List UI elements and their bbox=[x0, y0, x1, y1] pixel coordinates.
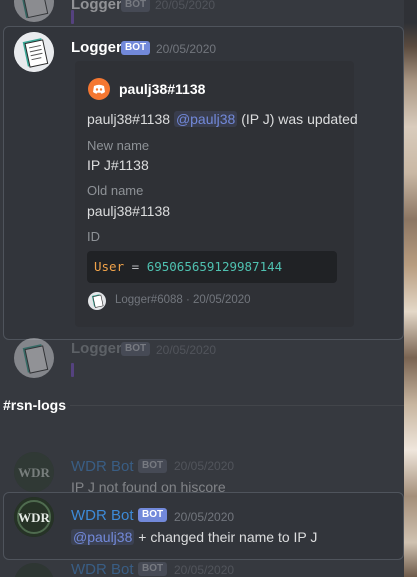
logger-avatar[interactable] bbox=[14, 0, 54, 22]
code-equals: = bbox=[131, 259, 140, 274]
timestamp: 20/05/2020 bbox=[174, 459, 235, 473]
username[interactable]: WDR Bot bbox=[71, 458, 134, 475]
code-value: 695065659129987144 bbox=[146, 259, 283, 274]
timestamp: 20/05/2020 bbox=[156, 343, 217, 357]
message-logger: Logger BOT 20/05/2020 paulj38#1138 paulj… bbox=[0, 26, 404, 340]
user-mention[interactable]: @paulj38 bbox=[173, 111, 238, 127]
logger-avatar[interactable] bbox=[14, 32, 54, 72]
wdr-logo-icon[interactable]: WDR bbox=[14, 563, 54, 577]
embed-description-prefix: paulj38#1138 bbox=[87, 111, 171, 127]
bot-badge: BOT bbox=[121, 41, 151, 55]
notebook-icon bbox=[88, 292, 106, 310]
field-name-id: ID bbox=[87, 229, 100, 244]
bot-badge: BOT bbox=[121, 0, 151, 12]
code-key: User bbox=[94, 259, 125, 274]
message-text: @paulj38 + changed their name to IP J bbox=[71, 529, 317, 545]
timestamp: 20/05/2020 bbox=[156, 42, 217, 56]
chat-viewport: Logger BOT 20/05/2020 Logger BOT 20/05/2… bbox=[0, 0, 417, 577]
user-mention[interactable]: @paulj38 bbox=[71, 529, 135, 545]
bot-badge: BOT bbox=[138, 562, 168, 576]
channel-divider bbox=[70, 405, 404, 406]
message-wdr-partial-bottom: WDR WDR Bot BOT 20/05/2020 bbox=[0, 560, 404, 577]
embed-footer: Logger#6088 · 20/05/2020 bbox=[115, 294, 251, 306]
background-image-strip bbox=[404, 0, 417, 577]
username[interactable]: Logger bbox=[71, 340, 122, 357]
embed: paulj38#1138 paulj38#1138 @paulj38 (IP J… bbox=[75, 61, 358, 327]
embed-description: paulj38#1138 @paulj38 (IP J) was updated bbox=[87, 111, 358, 127]
svg-text:WDR: WDR bbox=[18, 510, 50, 525]
username[interactable]: Logger bbox=[71, 39, 122, 56]
logger-avatar[interactable] bbox=[14, 338, 54, 378]
message-wdr: WDR WDR Bot BOT 20/05/2020 @paulj38 + ch… bbox=[0, 492, 404, 560]
bot-badge: BOT bbox=[138, 508, 168, 522]
bot-badge: BOT bbox=[121, 342, 151, 356]
notebook-icon bbox=[20, 0, 49, 19]
attachment-indicator bbox=[71, 10, 74, 24]
wdr-logo-icon[interactable]: WDR bbox=[14, 497, 54, 537]
username[interactable]: Logger bbox=[71, 0, 122, 13]
field-name-new: New name bbox=[87, 138, 150, 153]
field-value-new: IP J#1138 bbox=[87, 157, 149, 173]
notebook-icon bbox=[14, 32, 54, 72]
message-logger-faded: Logger BOT 20/05/2020 bbox=[0, 336, 404, 386]
timestamp: 20/05/2020 bbox=[174, 563, 235, 577]
message-body: + changed their name to IP J bbox=[138, 529, 318, 545]
username[interactable]: WDR Bot bbox=[71, 561, 134, 577]
embed-author[interactable]: paulj38#1138 bbox=[119, 81, 205, 97]
bot-badge: BOT bbox=[138, 459, 168, 473]
field-name-old: Old name bbox=[87, 183, 144, 198]
notebook-icon bbox=[22, 344, 49, 374]
timestamp: 20/05/2020 bbox=[174, 510, 235, 524]
wdr-logo-icon[interactable]: WDR bbox=[14, 452, 54, 492]
field-value-old: paulj38#1138 bbox=[87, 203, 171, 219]
message-logger-partial-top: Logger BOT 20/05/2020 bbox=[0, 0, 404, 24]
discord-icon bbox=[88, 78, 110, 100]
embed-description-suffix: (IP J) was updated bbox=[241, 111, 358, 127]
channel-name[interactable]: #rsn-logs bbox=[3, 397, 66, 413]
timestamp: 20/05/2020 bbox=[155, 0, 216, 12]
code-block[interactable]: User = 695065659129987144 bbox=[87, 251, 337, 283]
message-wdr-faded: WDR WDR Bot BOT 20/05/2020 IP J not foun… bbox=[0, 450, 404, 495]
attachment-indicator bbox=[71, 363, 74, 377]
svg-text:WDR: WDR bbox=[18, 465, 50, 480]
username[interactable]: WDR Bot bbox=[71, 507, 134, 524]
